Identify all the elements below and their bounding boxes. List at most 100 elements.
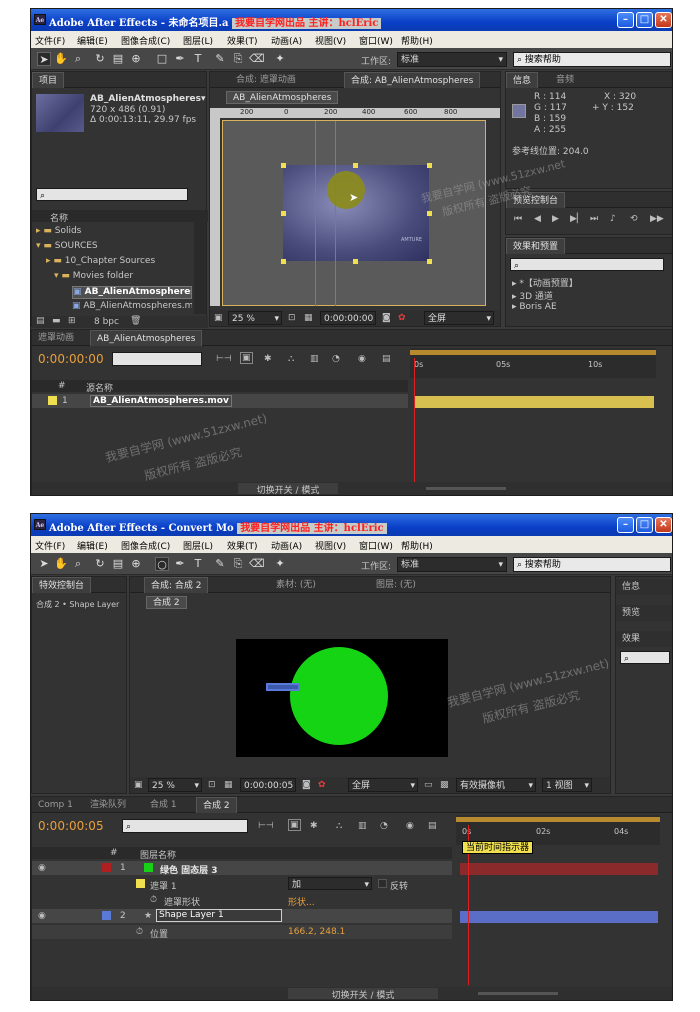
menu-edit[interactable]: 编辑(E) bbox=[77, 34, 108, 47]
tab-comp-2[interactable]: 合成: 合成 2 bbox=[144, 577, 209, 593]
tab-layer[interactable]: 图层: (无) bbox=[370, 577, 422, 593]
menu-composition[interactable]: 图像合成(C) bbox=[121, 539, 170, 552]
layer-handle[interactable] bbox=[353, 259, 358, 264]
current-time-indicator[interactable] bbox=[414, 358, 415, 482]
switches-modes-toggle[interactable]: 切换开关 / 模式 bbox=[238, 483, 338, 495]
channel-icon[interactable]: ✿ bbox=[398, 313, 406, 323]
timeline-current-time[interactable]: 0:00:00:00 bbox=[38, 352, 104, 366]
layer-handle[interactable] bbox=[281, 259, 286, 264]
table-row[interactable]: 遮罩 1 加 ▾ 反转 bbox=[32, 877, 452, 892]
tab-info[interactable]: 信息 bbox=[506, 72, 539, 88]
pen-tool-icon[interactable]: ✒ bbox=[173, 557, 187, 571]
hand-tool-icon[interactable]: ✋ bbox=[54, 557, 68, 571]
comp-mini-flowchart-icon[interactable]: ⊢⊣ bbox=[216, 354, 232, 364]
resolution-select[interactable]: 全屏 ▾ bbox=[348, 778, 418, 792]
brush-tool-icon[interactable]: ✎ bbox=[213, 557, 227, 571]
green-solid-mask[interactable] bbox=[290, 647, 388, 745]
table-row[interactable]: ◉ 1 绿色 固态层 3 bbox=[32, 861, 452, 876]
graph-editor-icon[interactable]: ▤ bbox=[428, 821, 437, 831]
camera-tool-icon[interactable]: ▤ bbox=[111, 557, 125, 571]
comp-sub-tab[interactable]: 合成 2 bbox=[146, 596, 187, 609]
list-item-selected[interactable]: ▣ AB_AlienAtmospheres bbox=[72, 286, 192, 299]
layer-name[interactable]: 绿色 固态层 3 bbox=[160, 863, 218, 876]
stopwatch-icon[interactable]: ⏱ bbox=[150, 895, 157, 905]
table-row[interactable]: 1 AB_AlienAtmospheres.mov bbox=[32, 394, 408, 408]
label-color[interactable] bbox=[102, 863, 111, 872]
rotate-tool-icon[interactable]: ↻ bbox=[93, 557, 107, 571]
tab-render-queue[interactable]: 渲染队列 bbox=[84, 797, 132, 813]
pen-tool-icon[interactable]: ✒ bbox=[173, 52, 187, 66]
snapshot-icon[interactable]: ▣ bbox=[214, 313, 223, 323]
hide-shy-icon[interactable]: ⛬ bbox=[288, 354, 294, 364]
minimize-button[interactable]: – bbox=[617, 517, 634, 533]
menu-view[interactable]: 视图(V) bbox=[315, 34, 346, 47]
layer-handle[interactable] bbox=[281, 163, 286, 168]
comp-viewer[interactable] bbox=[236, 639, 448, 757]
puppet-tool-icon[interactable]: ✦ bbox=[273, 52, 287, 66]
tab-comp-mask-anim[interactable]: 合成: 遮罩动画 bbox=[230, 72, 302, 88]
zoom-tool-icon[interactable]: ⌕ bbox=[71, 52, 85, 66]
tab-info[interactable]: 信息 bbox=[616, 579, 672, 595]
puppet-tool-icon[interactable]: ✦ bbox=[273, 557, 287, 571]
hide-shy-icon[interactable]: ⛬ bbox=[336, 821, 342, 831]
tab-timeline-mask-anim[interactable]: 遮罩动画 bbox=[32, 330, 80, 346]
effects-item[interactable]: ▸ *【动画预置】 bbox=[512, 276, 578, 289]
new-comp-icon[interactable]: ⊞ bbox=[68, 316, 76, 326]
timeline-current-time[interactable]: 0:00:00:05 bbox=[38, 819, 104, 833]
loop-icon[interactable]: ⟲ bbox=[630, 214, 638, 224]
mask-tool-icon[interactable]: □ bbox=[155, 52, 169, 66]
trash-icon[interactable]: 🗑 bbox=[130, 316, 141, 326]
tab-effects[interactable]: 效果 bbox=[616, 631, 672, 647]
channel-icon[interactable]: ✿ bbox=[318, 780, 326, 790]
time-ruler[interactable]: 0s 05s 10s bbox=[410, 348, 656, 378]
zoom-select[interactable]: 25 % ▾ bbox=[228, 311, 282, 325]
tab-preview[interactable]: 预览 bbox=[616, 605, 672, 621]
property-value[interactable]: 形状... bbox=[288, 895, 315, 908]
workspace-select[interactable]: 标准 ▾ bbox=[397, 557, 507, 572]
effects-item[interactable]: ▸ Boris AE bbox=[512, 302, 557, 312]
list-item[interactable]: ▾ ▬ Movies folder bbox=[54, 271, 192, 283]
draft-3d-icon[interactable]: ✱ bbox=[310, 821, 318, 831]
label-color[interactable] bbox=[48, 396, 57, 405]
menu-file[interactable]: 文件(F) bbox=[35, 34, 65, 47]
brainstorm-icon[interactable]: ◉ bbox=[358, 354, 366, 364]
tab-comp-1[interactable]: 合成 1 bbox=[144, 797, 183, 813]
new-folder-icon[interactable]: ▬ bbox=[52, 316, 61, 326]
timeline-search-input[interactable]: ⌕ bbox=[122, 819, 248, 833]
effects-search-input[interactable]: ⌕ bbox=[620, 651, 670, 664]
camera-snapshot-icon[interactable]: ◙ bbox=[302, 780, 311, 790]
shape-layer-anchor[interactable] bbox=[266, 683, 300, 691]
menu-layer[interactable]: 图层(L) bbox=[183, 539, 213, 552]
clone-tool-icon[interactable]: ⎘ bbox=[231, 557, 245, 571]
brainstorm-icon[interactable]: ◉ bbox=[406, 821, 414, 831]
zoom-tool-icon[interactable]: ⌕ bbox=[71, 557, 85, 571]
eraser-tool-icon[interactable]: ⌫ bbox=[249, 557, 265, 571]
table-row[interactable]: ◉ 2 ★ Shape Layer 1 bbox=[32, 909, 452, 923]
hand-tool-icon[interactable]: ✋ bbox=[54, 52, 68, 66]
zoom-select[interactable]: 25 % ▾ bbox=[148, 778, 202, 792]
fast-preview-icon[interactable]: ▭ bbox=[424, 780, 433, 790]
pan-behind-tool-icon[interactable]: ⊕ bbox=[129, 557, 143, 571]
menu-window[interactable]: 窗口(W) bbox=[359, 539, 393, 552]
resolution-select[interactable]: 全屏 ▾ bbox=[424, 311, 494, 325]
label-color[interactable] bbox=[102, 911, 111, 920]
menu-file[interactable]: 文件(F) bbox=[35, 539, 65, 552]
tab-effect-controls[interactable]: 特效控制台 bbox=[32, 577, 92, 593]
ellipse-tool-icon[interactable]: ○ bbox=[155, 557, 169, 571]
transparency-grid-icon[interactable]: ▦ bbox=[224, 780, 233, 790]
close-button[interactable]: ✕ bbox=[655, 517, 672, 533]
snapshot-icon[interactable]: ▣ bbox=[134, 780, 143, 790]
motion-blur-icon[interactable]: ◔ bbox=[380, 821, 388, 831]
guide-line[interactable] bbox=[335, 121, 336, 306]
menu-layer[interactable]: 图层(L) bbox=[183, 34, 213, 47]
table-row[interactable]: ⏱ 位置 166.2, 248.1 bbox=[32, 925, 452, 940]
zoom-slider[interactable] bbox=[478, 992, 558, 995]
play-icon[interactable]: ▶ bbox=[552, 214, 559, 224]
layer-name-input[interactable]: Shape Layer 1 bbox=[156, 909, 282, 922]
menu-effect[interactable]: 效果(T) bbox=[227, 34, 258, 47]
comp-time-field[interactable]: 0:00:00:05 bbox=[240, 778, 296, 792]
audio-icon[interactable]: ♪ bbox=[610, 214, 616, 224]
effects-search-input[interactable]: ⌕ bbox=[510, 258, 664, 271]
layer-duration-bar[interactable] bbox=[414, 396, 654, 408]
search-help-input[interactable]: ⌕ 搜索帮助 bbox=[513, 557, 671, 572]
